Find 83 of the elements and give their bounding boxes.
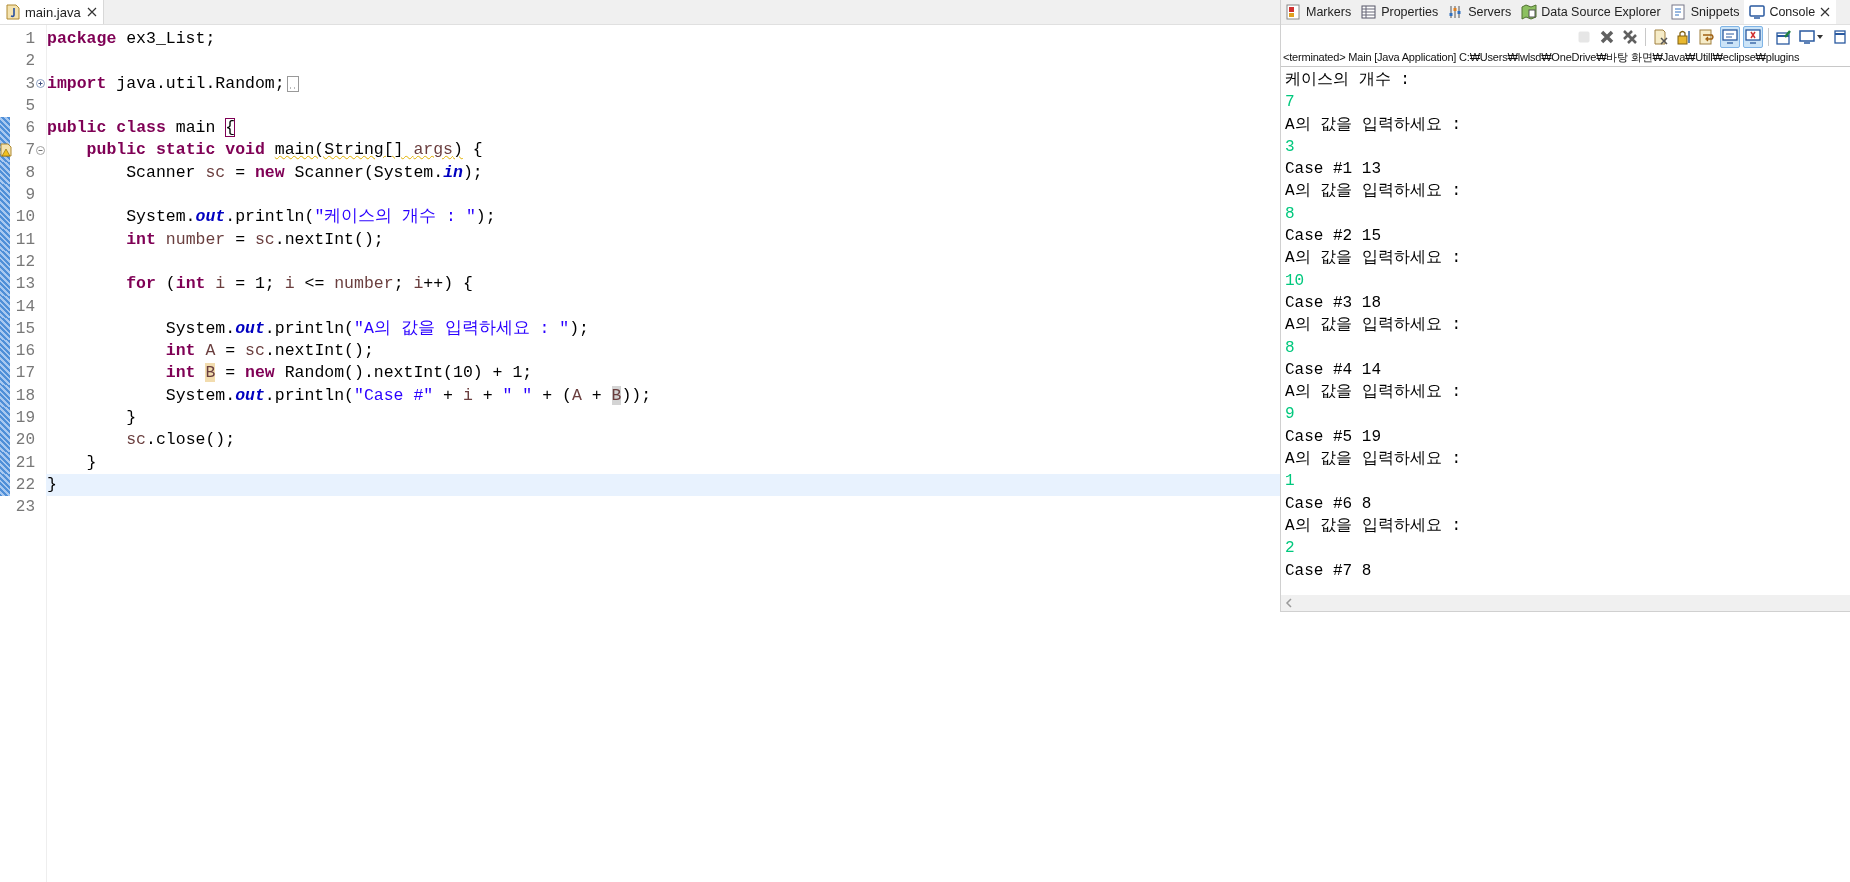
- markers-icon: [1286, 4, 1302, 20]
- console-input-line: 7: [1285, 92, 1296, 114]
- console-output-line: A의 값을 입력하세요 :: [1285, 114, 1462, 136]
- monitor-icon: [1749, 4, 1766, 20]
- view-tab[interactable]: Servers: [1443, 0, 1517, 24]
- console-input-line: 8: [1285, 337, 1296, 359]
- code-line: sc.close();: [125, 429, 236, 452]
- view-tab[interactable]: Console: [1744, 0, 1837, 24]
- expand-icon[interactable]: [36, 79, 45, 89]
- document-icon: [1670, 4, 1687, 20]
- console-input-line: 10: [1285, 270, 1306, 292]
- code-line: int B = new Random().nextInt(10) + 1;: [164, 362, 533, 385]
- console-output-line: A의 값을 입력하세요 :: [1285, 181, 1462, 203]
- console-status-text: <terminated> Main [Java Application] C:₩Users₩lwlsd₩OneDrive₩바탕 화면₩Java₩Utill₩eclipse₩plugins: [1281, 48, 1850, 67]
- line-number: 8: [24, 162, 35, 184]
- line-number: 11: [14, 229, 35, 251]
- code-line: System.out.println("Case #" + i + " " + (A + B));: [164, 384, 652, 407]
- console-output-line: Case #3 18: [1285, 292, 1382, 314]
- code-line: }: [85, 451, 97, 474]
- console-output-line: Case #6 8: [1285, 493, 1373, 515]
- code-line: Scanner sc = new Scanner(System.in);: [125, 161, 483, 184]
- line-number: 12: [14, 251, 35, 273]
- line-number: 16: [14, 341, 35, 363]
- console-output-line: Case #7 8: [1285, 560, 1373, 582]
- view-tab[interactable]: Markers: [1281, 0, 1357, 24]
- view-tab[interactable]: Snippets: [1665, 0, 1745, 24]
- line-number: 3: [24, 73, 35, 95]
- close-icon[interactable]: [1819, 6, 1832, 18]
- close-icon[interactable]: [85, 6, 98, 18]
- line-number: 15: [14, 318, 35, 340]
- line-number: 7: [24, 140, 35, 162]
- view-tab[interactable]: Properties: [1356, 0, 1444, 24]
- console-output-line: 케이스의 개수 :: [1285, 70, 1411, 91]
- console-output-line: Case #1 13: [1285, 159, 1382, 181]
- line-number: 6: [24, 118, 35, 140]
- editor-tab[interactable]: main.java: [0, 0, 104, 24]
- console-output-line: A의 값을 입력하세요 :: [1285, 248, 1462, 270]
- folded-code-icon[interactable]: [286, 75, 299, 92]
- line-number: 9: [24, 185, 35, 207]
- console-output-line: Case #5 19: [1285, 426, 1382, 448]
- code-line: }: [125, 407, 137, 430]
- code-line: for (int i = 1; i <= number; i++) {: [125, 273, 473, 296]
- code-line: int number = sc.nextInt();: [125, 228, 384, 251]
- console-output-line: A의 값을 입력하세요 :: [1285, 449, 1462, 471]
- console-output-line: A의 값을 입력하세요 :: [1285, 315, 1462, 337]
- collapse-icon[interactable]: [36, 146, 45, 156]
- console-input-line: 1: [1285, 471, 1296, 493]
- line-number: 23: [14, 497, 35, 519]
- line-number: 5: [24, 95, 35, 117]
- console-output-line: A의 값을 입력하세요 :: [1285, 515, 1462, 537]
- line-number: 20: [14, 430, 35, 452]
- console-output-line: Case #2 15: [1285, 226, 1382, 248]
- scroll-left-icon[interactable]: [1285, 598, 1293, 608]
- code-line: public static void main(String[] args) {: [85, 139, 483, 162]
- line-number: 22: [14, 474, 35, 496]
- table-icon: [1361, 4, 1378, 20]
- code-line: package ex3_List;: [47, 28, 216, 50]
- line-number: 19: [14, 408, 35, 430]
- warning-icon[interactable]: [0, 143, 12, 158]
- code-line: System.out.println("케이스의 개수 : ");: [125, 206, 496, 229]
- console-output-line: Case #4 14: [1285, 359, 1382, 381]
- code-line: import java.util.Random;: [47, 72, 285, 95]
- console-input-line: 9: [1285, 404, 1296, 426]
- console-input-line: 2: [1285, 538, 1296, 560]
- line-number: 17: [14, 363, 35, 385]
- code-line: System.out.println("A의 값을 입력하세요 : ");: [164, 317, 589, 340]
- console-input-line: 3: [1285, 136, 1296, 158]
- code-line: public class main {: [47, 117, 236, 140]
- map-icon: [1521, 4, 1538, 20]
- line-number: 13: [14, 274, 35, 296]
- line-number: 21: [14, 452, 35, 474]
- view-tab[interactable]: Data Source Explorer: [1516, 0, 1666, 24]
- line-number: 10: [14, 207, 35, 229]
- code-line: }: [47, 473, 57, 496]
- java-file-icon: [6, 4, 20, 20]
- line-number: 14: [14, 296, 35, 318]
- line-number: 1: [24, 29, 35, 50]
- line-number: 2: [24, 51, 35, 73]
- code-line: int A = sc.nextInt();: [164, 340, 374, 363]
- console-output-line: A의 값을 입력하세요 :: [1285, 382, 1462, 404]
- console-input-line: 8: [1285, 203, 1296, 225]
- line-number: 18: [14, 385, 35, 407]
- horizontal-scrollbar[interactable]: [1281, 595, 1850, 611]
